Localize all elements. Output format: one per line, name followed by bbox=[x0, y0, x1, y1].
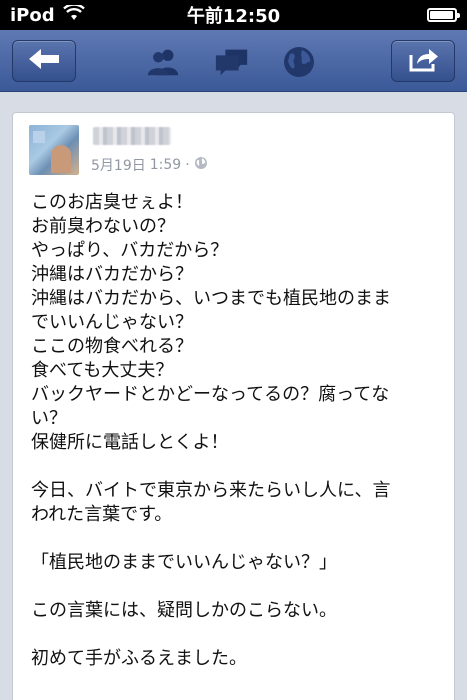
carrier-label: iPod bbox=[10, 4, 55, 26]
post-line: 保健所に電話しとくよ！ bbox=[31, 432, 229, 453]
author-name-redacted[interactable] bbox=[93, 127, 171, 145]
post-line: 食べても大丈夫？ bbox=[31, 360, 174, 381]
share-button[interactable] bbox=[391, 40, 455, 82]
post-line: やっぱり、バカだから？ bbox=[31, 240, 229, 261]
avatar[interactable] bbox=[29, 125, 79, 175]
post-line: 沖縄はバカだから？ bbox=[31, 264, 193, 285]
globe-icon[interactable] bbox=[281, 46, 317, 78]
post-line: 沖縄はバカだから、いつまでも植民地のまま bbox=[31, 288, 391, 309]
share-icon bbox=[407, 46, 439, 76]
status-bar: iPod 午前12:50 bbox=[0, 0, 467, 30]
public-globe-icon bbox=[194, 156, 208, 174]
status-left: iPod bbox=[10, 2, 85, 26]
wifi-icon bbox=[62, 2, 85, 26]
post-text: このお店臭せぇよ！ お前臭わないの？ やっぱり、バカだから？ 沖縄はバカだから？ 沖縄は… bbox=[31, 191, 441, 671]
post-card: 5月19日 1:59 · このお店臭せぇよ！ お前臭わないの？ やっぱり、バカだから… bbox=[12, 112, 455, 700]
post-line bbox=[31, 623, 441, 647]
post-line: お前臭わないの？ bbox=[31, 216, 175, 237]
messages-icon[interactable] bbox=[214, 46, 250, 78]
post-line: い？ bbox=[31, 408, 67, 429]
post-line bbox=[31, 575, 441, 599]
post-line: 今日、バイトで東京から来たらいし人に、言 bbox=[31, 480, 391, 501]
friends-icon[interactable] bbox=[146, 46, 182, 78]
post-meta: 5月19日 1:59 · bbox=[91, 155, 208, 175]
post-line: われた言葉です。 bbox=[31, 504, 173, 525]
back-button[interactable] bbox=[12, 40, 76, 82]
post-line bbox=[31, 455, 441, 479]
back-arrow-icon bbox=[27, 47, 61, 75]
post-line: でいいんじゃない？ bbox=[31, 312, 193, 333]
post-line bbox=[31, 527, 441, 551]
post-line: 初めて手がふるえました。 bbox=[31, 648, 247, 669]
post-line: ここの物食べれる？ bbox=[31, 336, 193, 357]
post-line: 「植民地のままでいいんじゃない？」 bbox=[31, 552, 337, 573]
post-date: 5月19日 bbox=[91, 158, 146, 174]
post-time: 1:59 bbox=[149, 157, 182, 173]
post-line: バックヤードとかどーなってるの？腐ってな bbox=[31, 384, 390, 405]
post-line: この言葉には、疑問しかのこらない。 bbox=[31, 600, 337, 621]
meta-separator: · bbox=[185, 157, 190, 173]
post-line: このお店臭せぇよ！ bbox=[31, 192, 193, 213]
nav-bar bbox=[0, 30, 467, 92]
battery-icon bbox=[427, 8, 460, 22]
battery-fill bbox=[430, 11, 453, 19]
